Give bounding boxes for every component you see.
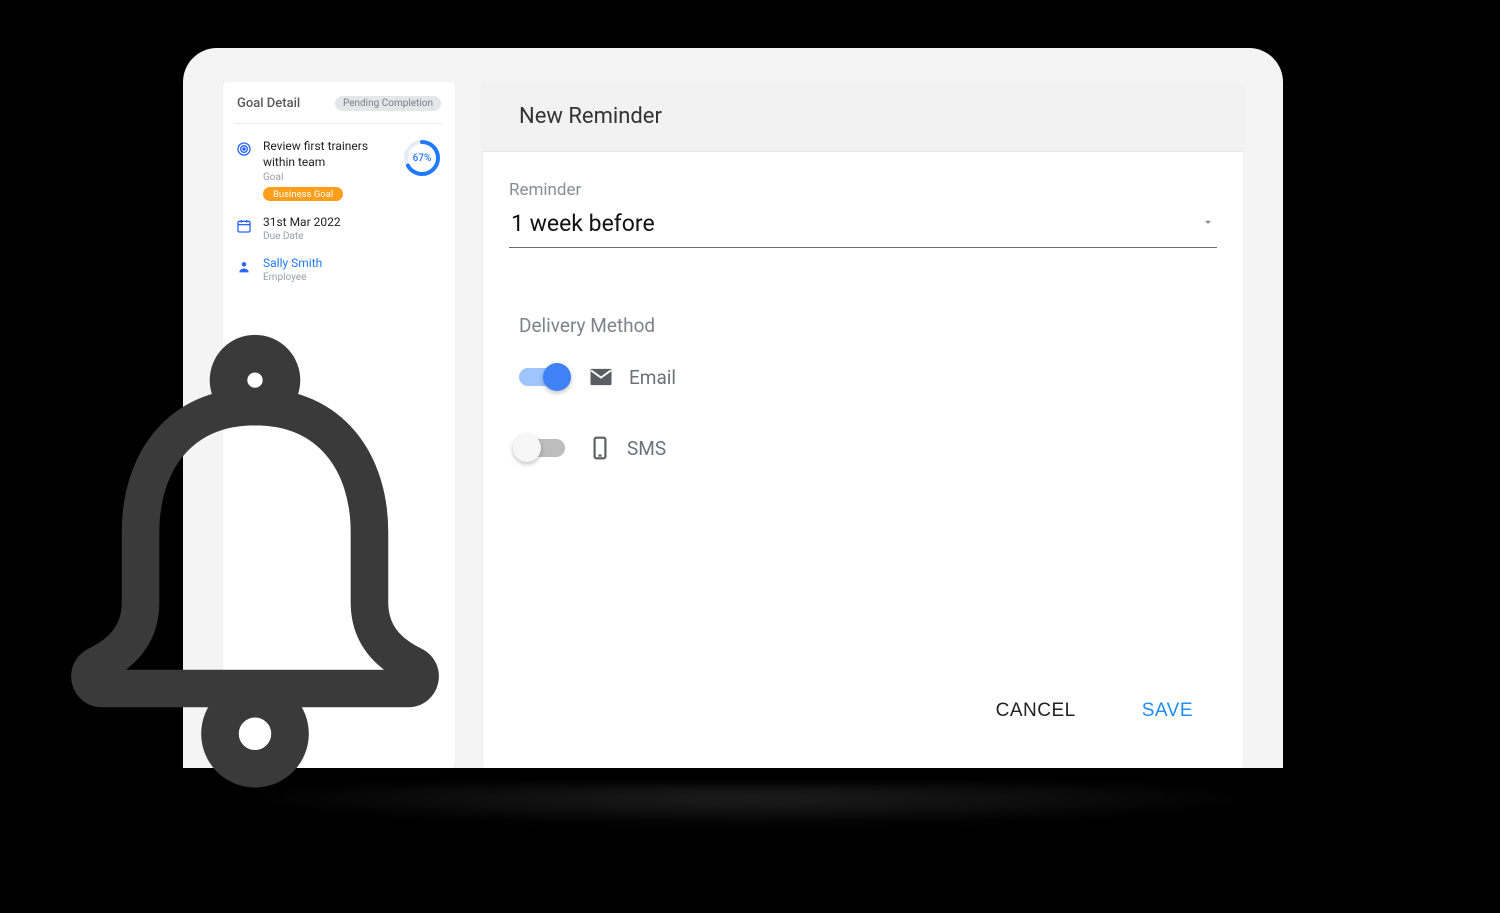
goal-detail-panel: Goal Detail Pending Completion Review fi… xyxy=(223,82,455,768)
person-icon xyxy=(235,256,253,275)
delivery-method-label: Delivery Method xyxy=(519,314,1217,337)
goal-detail-title: Goal Detail xyxy=(237,96,300,111)
goal-name: Review first trainers within team xyxy=(263,138,391,170)
goal-type-chip: Business Goal xyxy=(263,187,343,201)
email-toggle-row: Email xyxy=(519,363,1217,391)
progress-text: 67% xyxy=(402,138,442,178)
save-button[interactable]: SAVE xyxy=(1138,694,1197,728)
calendar-icon xyxy=(235,215,253,234)
cancel-button[interactable]: CANCEL xyxy=(992,694,1080,728)
due-date-item: 31st Mar 2022 Due Date xyxy=(235,215,443,242)
dialog-actions: CANCEL SAVE xyxy=(509,686,1217,752)
app-window: Goal Detail Pending Completion Review fi… xyxy=(183,48,1283,768)
status-badge: Pending Completion xyxy=(335,96,441,111)
target-icon xyxy=(235,138,253,157)
sms-toggle[interactable] xyxy=(519,439,565,457)
employee-item: Sally Smith Employee xyxy=(235,256,443,283)
chevron-down-icon xyxy=(1201,214,1215,233)
phone-icon xyxy=(587,435,613,461)
employee-link[interactable]: Sally Smith xyxy=(263,256,443,270)
reminder-select[interactable]: 1 week before xyxy=(509,208,1217,248)
employee-label: Employee xyxy=(263,272,443,283)
mail-icon xyxy=(587,363,615,391)
sms-toggle-row: SMS xyxy=(519,435,1217,461)
email-toggle-label: Email xyxy=(629,366,676,389)
goal-detail-header: Goal Detail Pending Completion xyxy=(235,92,443,124)
reminder-select-value: 1 week before xyxy=(511,210,655,237)
reminder-field-label: Reminder xyxy=(509,180,1217,200)
device-shadow xyxy=(60,784,1440,854)
dialog-title: New Reminder xyxy=(483,82,1243,152)
due-date-label: Due Date xyxy=(263,231,443,242)
goal-item: Review first trainers within team Goal B… xyxy=(235,138,443,201)
reminder-dialog: New Reminder Reminder 1 week before Deli… xyxy=(483,82,1243,768)
email-toggle[interactable] xyxy=(519,368,565,386)
sms-toggle-label: SMS xyxy=(627,437,666,460)
progress-ring: 67% xyxy=(402,138,442,178)
goal-sublabel: Goal xyxy=(263,172,391,183)
due-date-value: 31st Mar 2022 xyxy=(263,215,443,229)
